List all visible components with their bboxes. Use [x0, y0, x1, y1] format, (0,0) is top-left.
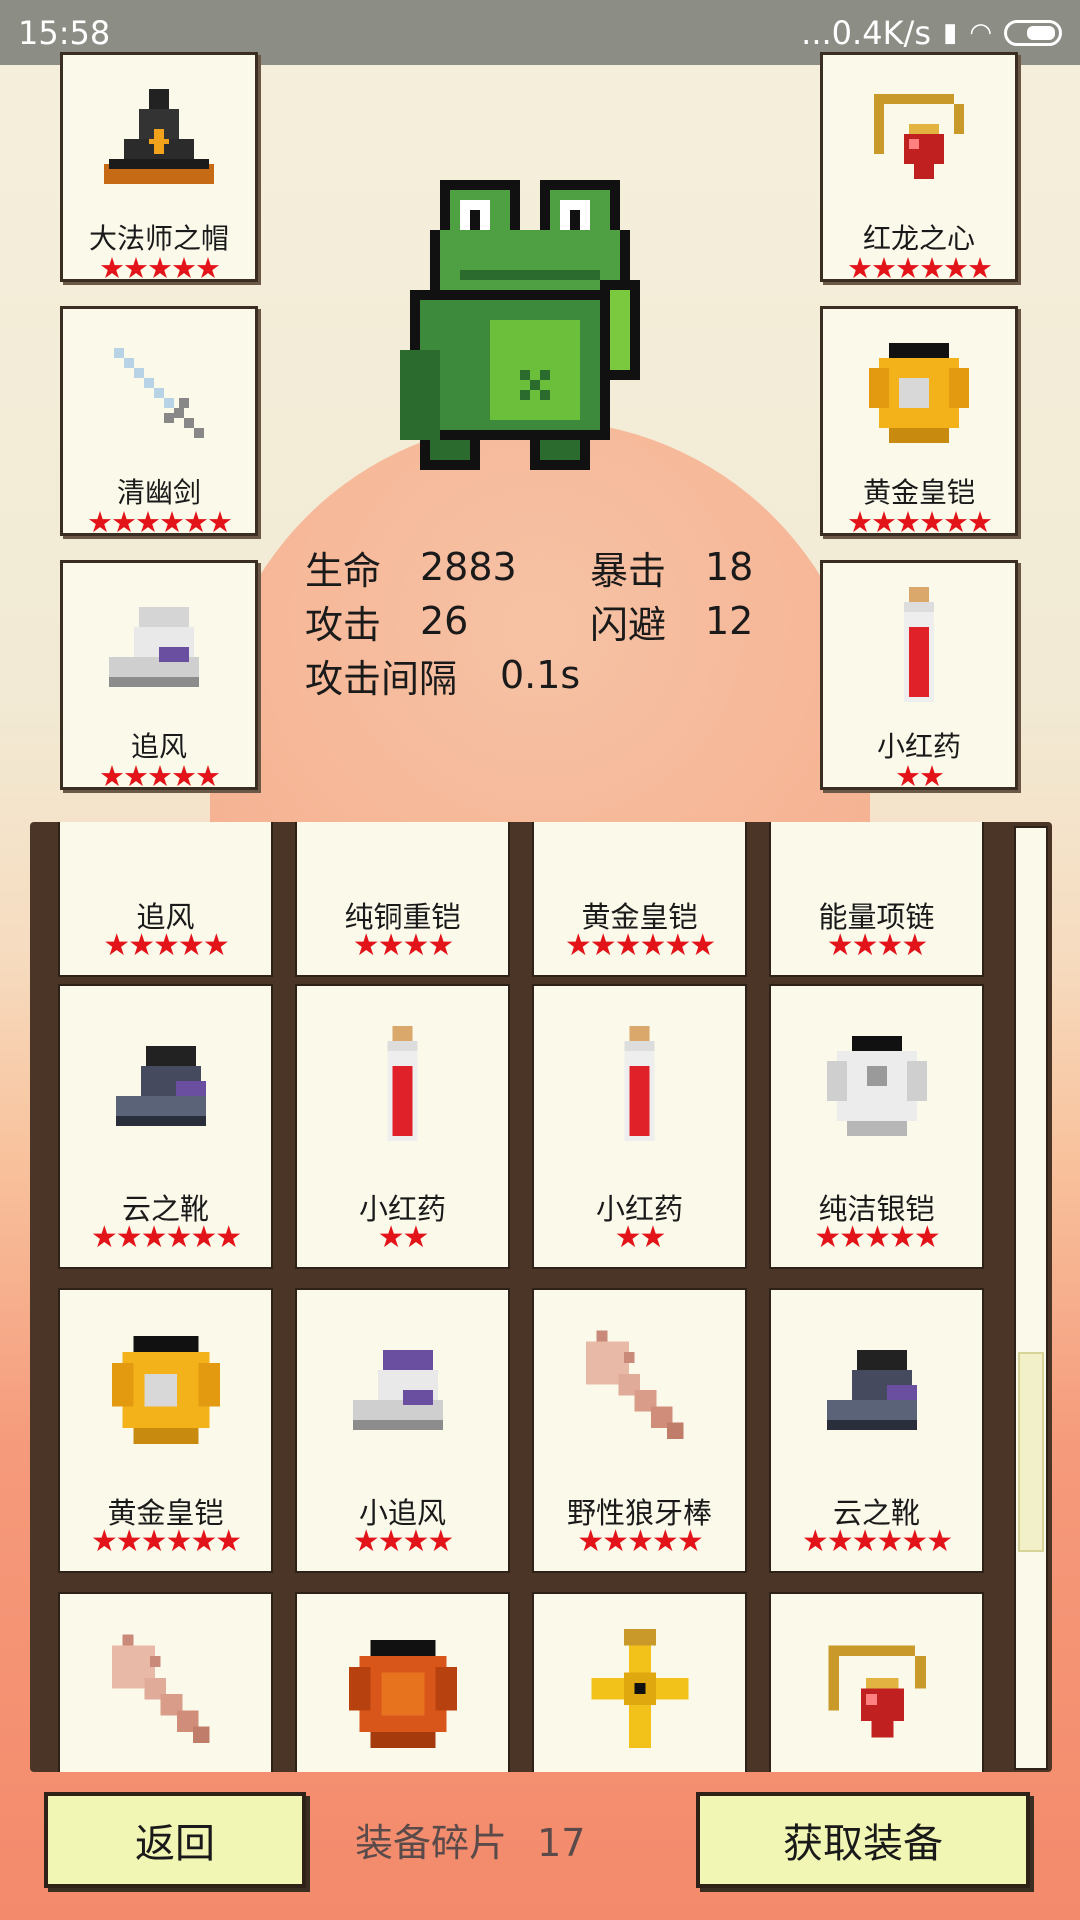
wizard-hat-icon [104, 89, 214, 184]
club-icon [111, 1634, 209, 1743]
inventory-item[interactable]: 云之靴 ★★★★★★ [58, 984, 273, 1269]
inventory-item[interactable]: 小追风 ★★★★ [295, 1288, 510, 1573]
dark-boots-icon [826, 1350, 917, 1430]
network-speed: ...0.4K/s [801, 13, 931, 52]
silver-armor-icon [826, 1036, 927, 1136]
status-time: 15:58 [18, 13, 111, 52]
back-button[interactable]: 返回 [44, 1792, 306, 1888]
bronze-armor-icon [348, 1639, 457, 1749]
dark-boots-icon [115, 1046, 206, 1126]
potion-icon [624, 1026, 655, 1141]
club-icon [585, 1330, 683, 1439]
star-rating: ★★★★ [352, 928, 455, 963]
fragments-label: 装备碎片 [355, 1821, 508, 1865]
inventory-scrollbar[interactable] [1014, 826, 1048, 1770]
inventory-item[interactable] [769, 1592, 984, 1772]
potion-icon [387, 1026, 418, 1141]
fragments-counter: 装备碎片 17 [355, 1812, 585, 1867]
equip-slot-potion[interactable]: 小红药 ★★ [820, 560, 1018, 793]
inventory-item[interactable]: 纯铜重铠 ★★★★ [295, 822, 510, 977]
inventory-item[interactable]: 黄金皇铠 ★★★★★★ [532, 822, 747, 977]
inventory-item[interactable] [295, 1592, 510, 1772]
inventory-item[interactable] [58, 1592, 273, 1772]
star-rating: ★★★★★ [577, 1524, 703, 1559]
acquire-equipment-button[interactable]: 获取装备 [696, 1792, 1030, 1888]
star-rating: ★★★★ [352, 1524, 455, 1559]
equip-slot-amulet[interactable]: 红龙之心 ★★★★★★ [820, 52, 1018, 285]
inventory-grid[interactable]: 追风 ★★★★★ 纯铜重铠 ★★★★ 黄金皇铠 ★★★★★★ 能量项链 ★★★★… [30, 822, 1052, 1772]
boots-icon [352, 1350, 443, 1430]
inventory-item[interactable]: 云之靴 ★★★★★★ [769, 1288, 984, 1573]
star-rating: ★★★★★★ [801, 1524, 953, 1559]
interval-value: 0.1s [500, 653, 581, 697]
gold-armor-icon [111, 1335, 220, 1445]
fragments-count: 17 [537, 1821, 586, 1865]
amulet-icon [827, 1645, 926, 1738]
equip-slot-armor[interactable]: 黄金皇铠 ★★★★★★ [820, 306, 1018, 539]
inventory-item[interactable]: 纯洁银铠 ★★★★★ [769, 984, 984, 1269]
inventory-item[interactable]: 黄金皇铠 ★★★★★★ [58, 1288, 273, 1573]
inventory-item[interactable] [532, 1592, 747, 1772]
star-rating: ★★ [895, 759, 945, 793]
inventory-item[interactable]: 小红药 ★★ [532, 984, 747, 1269]
stats-panel: 生命 2883 暴击 18 攻击 26 闪避 12 攻击间隔 0.1s [305, 540, 875, 702]
atk-value: 26 [420, 599, 469, 643]
crit-label: 暴击 [590, 548, 667, 593]
atk-label: 攻击 [305, 602, 382, 647]
inventory-item[interactable]: 小红药 ★★ [295, 984, 510, 1269]
star-rating: ★★★★ [826, 928, 929, 963]
interval-label: 攻击间隔 [305, 656, 458, 701]
wifi-icon: ◠ [969, 17, 992, 48]
star-rating: ★★★★★★ [564, 928, 716, 963]
star-rating: ★★★★★ [99, 251, 221, 285]
inventory-item[interactable]: 野性狼牙棒 ★★★★★ [532, 1288, 747, 1573]
star-rating: ★★★★★★ [90, 1220, 242, 1255]
dodge-label: 闪避 [590, 602, 667, 647]
inventory-item[interactable]: 追风 ★★★★★ [58, 822, 273, 977]
star-rating: ★★★★★ [99, 759, 221, 793]
boots-icon [109, 607, 199, 687]
signal-icon: ▮ [943, 17, 958, 48]
gold-cross-amulet-icon [590, 1629, 689, 1749]
frog-character[interactable] [360, 160, 700, 500]
amulet-icon [874, 94, 964, 179]
equip-slot-weapon[interactable]: 清幽剑 ★★★★★★ [60, 306, 258, 539]
star-rating: ★★ [377, 1220, 430, 1255]
star-rating: ★★ [614, 1220, 667, 1255]
star-rating: ★★★★★★ [90, 1524, 242, 1559]
battery-icon [1004, 19, 1062, 46]
equip-slot-hat[interactable]: 大法师之帽 ★★★★★ [60, 52, 258, 285]
equip-slot-boots[interactable]: 追风 ★★★★★ [60, 560, 258, 793]
star-rating: ★★★★★★ [847, 251, 993, 285]
potion-icon [904, 587, 934, 702]
hp-value: 2883 [420, 545, 517, 589]
sword-icon [114, 348, 204, 438]
inventory-item[interactable]: 能量项链 ★★★★ [769, 822, 984, 977]
star-rating: ★★★★★ [103, 928, 229, 963]
star-rating: ★★★★★★ [847, 505, 993, 539]
hp-label: 生命 [305, 548, 382, 593]
gold-armor-icon [869, 343, 969, 443]
star-rating: ★★★★★★ [87, 505, 233, 539]
scrollbar-thumb[interactable] [1018, 1352, 1044, 1552]
star-rating: ★★★★★ [814, 1220, 940, 1255]
